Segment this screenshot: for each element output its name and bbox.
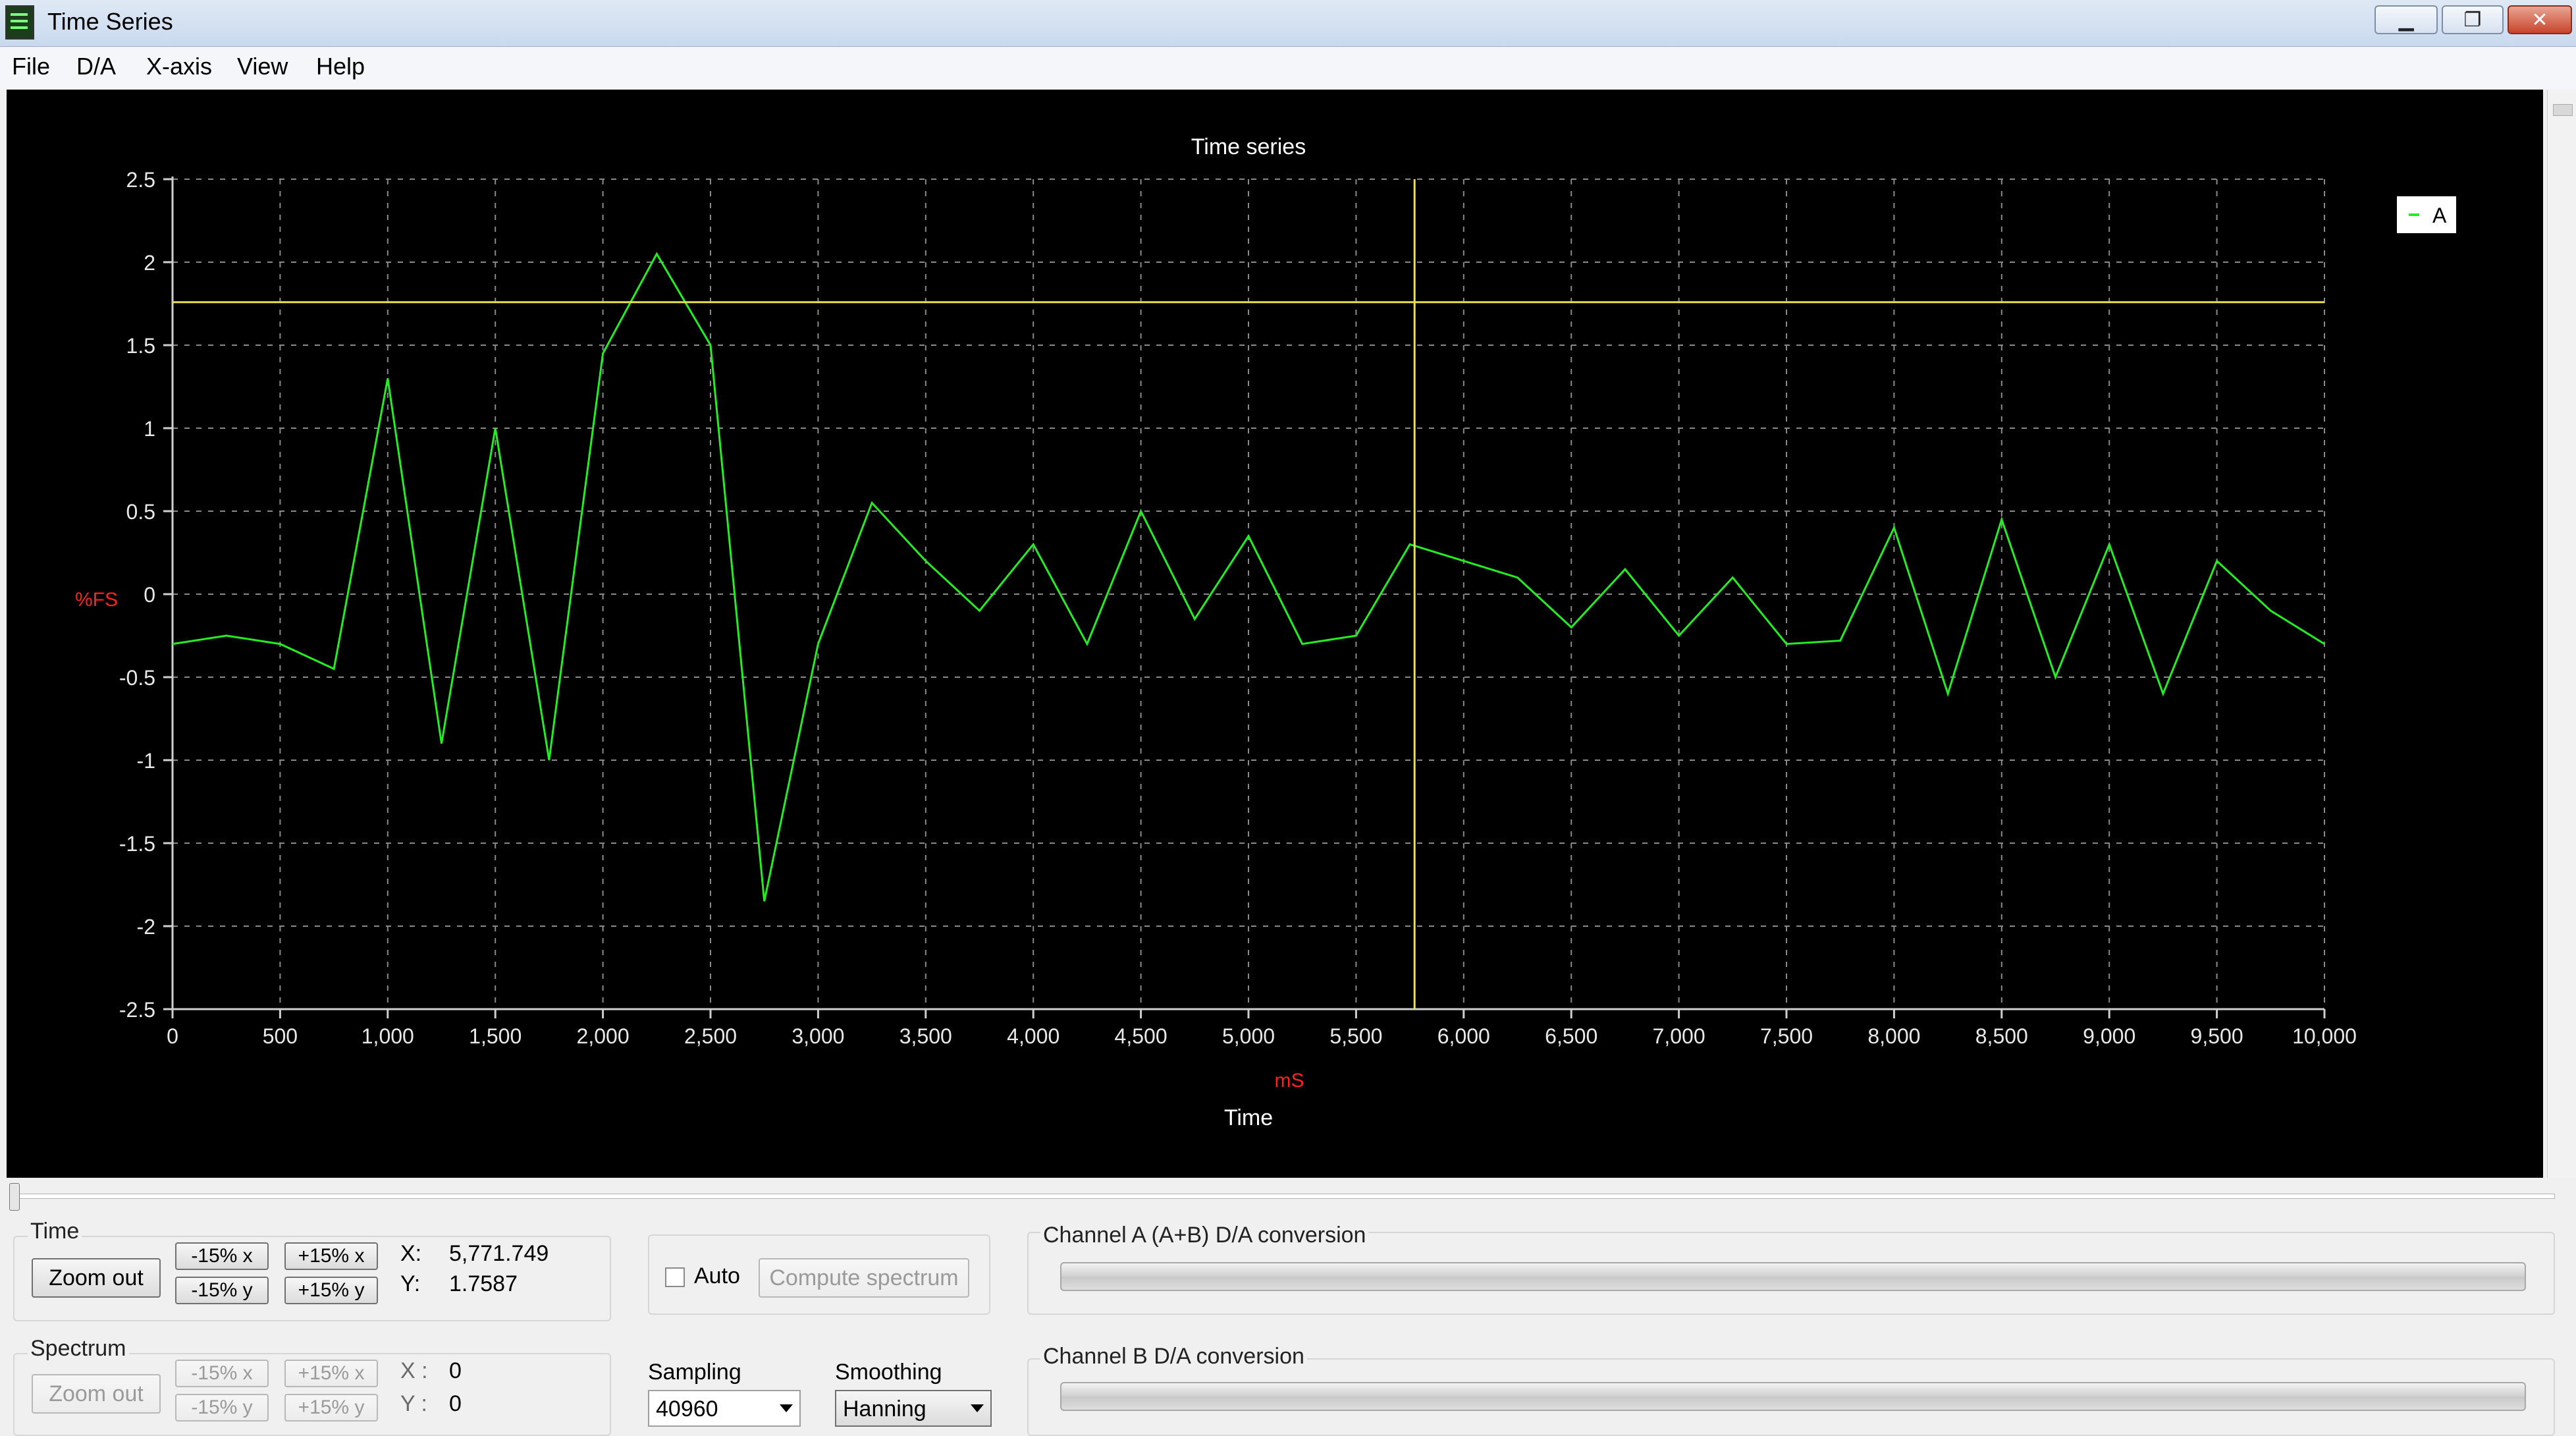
spectrum-plus-x-button[interactable]: +15% x (284, 1360, 378, 1387)
x-tick-label: 10,000 (2292, 1024, 2357, 1048)
spectrum-minus-x-button[interactable]: -15% x (175, 1360, 269, 1387)
spectrum-minus-y-button[interactable]: -15% y (175, 1394, 269, 1422)
compute-spectrum-button[interactable]: Compute spectrum (759, 1258, 969, 1298)
x-tick-label: 5,500 (1329, 1024, 1382, 1048)
x-tick-label: 7,000 (1653, 1024, 1705, 1048)
restore-icon: ❐ (2463, 8, 2482, 32)
smoothing-label: Smoothing (835, 1360, 942, 1385)
y-tick-label: 1 (144, 417, 155, 441)
slider-track (12, 1194, 2555, 1199)
spectrum-group-label: Spectrum (28, 1336, 129, 1362)
menu-da[interactable]: D/A (76, 53, 116, 80)
x-tick-label: 6,500 (1545, 1024, 1597, 1048)
channel-b-progress (1060, 1382, 2526, 1411)
minimize-button[interactable]: ▁ (2375, 5, 2438, 34)
time-series-chart[interactable]: 0 500 1,000 1,500 2,000 2,500 3,000 3,500 4,000 4… (7, 90, 2543, 1178)
slider-thumb[interactable] (9, 1183, 20, 1211)
x-axis-unit: mS (1275, 1070, 1304, 1091)
spectrum-y-label: Y : (400, 1391, 427, 1416)
y-tick-label: 2 (144, 251, 155, 275)
x-tick-label: 9,500 (2191, 1024, 2243, 1048)
x-tick-label: 8,000 (1867, 1024, 1920, 1048)
close-icon: ✕ (2531, 8, 2548, 32)
time-slider[interactable] (0, 1179, 2555, 1216)
x-tick-label: 3,000 (792, 1024, 844, 1048)
time-zoom-out-button[interactable]: Zoom out (32, 1258, 161, 1298)
smoothing-select[interactable]: Hanning (835, 1390, 992, 1427)
close-button[interactable]: ✕ (2508, 5, 2572, 34)
channel-a-label: Channel A (A+B) D/A conversion (1040, 1223, 1369, 1248)
time-group-label: Time (28, 1219, 82, 1244)
legend-label: A (2432, 204, 2447, 227)
time-y-label: Y: (400, 1271, 421, 1296)
x-tick-label: 8,500 (1975, 1024, 2028, 1048)
app-icon[interactable] (5, 5, 34, 40)
spectrum-x-value: 0 (449, 1358, 462, 1383)
restore-button[interactable]: ❐ (2442, 5, 2504, 34)
menu-x-axis[interactable]: X-axis (146, 53, 212, 80)
legend-box (2397, 196, 2456, 233)
spectrum-zoom-out-button[interactable]: Zoom out (32, 1374, 161, 1414)
x-tick-label: 9,000 (2083, 1024, 2135, 1048)
y-tick-label: 1.5 (126, 334, 155, 358)
auto-label[interactable]: Auto (694, 1263, 740, 1289)
time-plus-x-button[interactable]: +15% x (284, 1242, 378, 1270)
x-tick-label: 7,500 (1760, 1024, 1813, 1048)
y-tick-label: 2.5 (126, 168, 155, 192)
x-tick-label: 500 (263, 1024, 298, 1048)
scrollbar-thumb[interactable] (2553, 104, 2573, 116)
x-tick-label: 3,500 (899, 1024, 952, 1048)
y-tick-label: -1.5 (119, 832, 155, 856)
y-tick-label: -1 (137, 749, 155, 773)
time-minus-y-button[interactable]: -15% y (175, 1277, 269, 1304)
vertical-scrollbar[interactable] (2547, 90, 2576, 1178)
spectrum-y-value: 0 (449, 1391, 462, 1416)
auto-checkbox[interactable] (665, 1267, 685, 1287)
y-tick-label: 0 (144, 583, 155, 607)
menu-bar: File D/A X-axis View Help (0, 47, 2576, 90)
x-tick-label: 0 (167, 1024, 178, 1048)
chevron-down-icon (971, 1404, 984, 1412)
y-tick-label: -2.5 (119, 998, 155, 1022)
y-tick-label: -0.5 (119, 666, 155, 690)
x-tick-label: 1,500 (469, 1024, 522, 1048)
chart-title: Time series (1191, 134, 1306, 159)
spectrum-plus-y-button[interactable]: +15% y (284, 1394, 378, 1422)
x-tick-label: 5,000 (1222, 1024, 1275, 1048)
sampling-label: Sampling (648, 1360, 741, 1385)
channel-a-progress (1060, 1262, 2526, 1291)
x-axis-title: Time (1224, 1105, 1273, 1130)
sampling-value: 40960 (656, 1396, 718, 1422)
channel-b-label: Channel B D/A conversion (1040, 1344, 1307, 1369)
x-tick-label: 4,500 (1115, 1024, 1167, 1048)
sampling-select[interactable]: 40960 (648, 1390, 801, 1427)
title-bar: Time Series ▁ ❐ ✕ (0, 0, 2576, 47)
menu-file[interactable]: File (12, 53, 50, 80)
window-title: Time Series (47, 8, 173, 35)
time-y-value: 1.7587 (449, 1271, 518, 1296)
menu-help[interactable]: Help (316, 53, 365, 80)
y-tick-label: -2 (137, 915, 155, 939)
x-tick-label: 1,000 (362, 1024, 414, 1048)
time-plus-y-button[interactable]: +15% y (284, 1277, 378, 1304)
series-line-A (172, 252, 2325, 902)
x-tick-label: 6,000 (1437, 1024, 1490, 1048)
minimize-icon: ▁ (2398, 8, 2414, 32)
y-axis-title: %FS (75, 589, 118, 611)
menu-view[interactable]: View (237, 53, 288, 80)
time-x-value: 5,771.749 (449, 1241, 549, 1266)
plot-panel[interactable]: 0 500 1,000 1,500 2,000 2,500 3,000 3,500 4,000 4… (7, 90, 2543, 1178)
y-tick-label: 0.5 (126, 500, 155, 524)
x-tick-label: 2,000 (577, 1024, 630, 1048)
chevron-down-icon (780, 1404, 793, 1412)
smoothing-value: Hanning (843, 1396, 926, 1422)
time-minus-x-button[interactable]: -15% x (175, 1242, 269, 1270)
x-tick-label: 2,500 (684, 1024, 737, 1048)
time-x-label: X: (400, 1241, 422, 1266)
x-tick-label: 4,000 (1007, 1024, 1060, 1048)
spectrum-x-label: X : (400, 1358, 428, 1383)
